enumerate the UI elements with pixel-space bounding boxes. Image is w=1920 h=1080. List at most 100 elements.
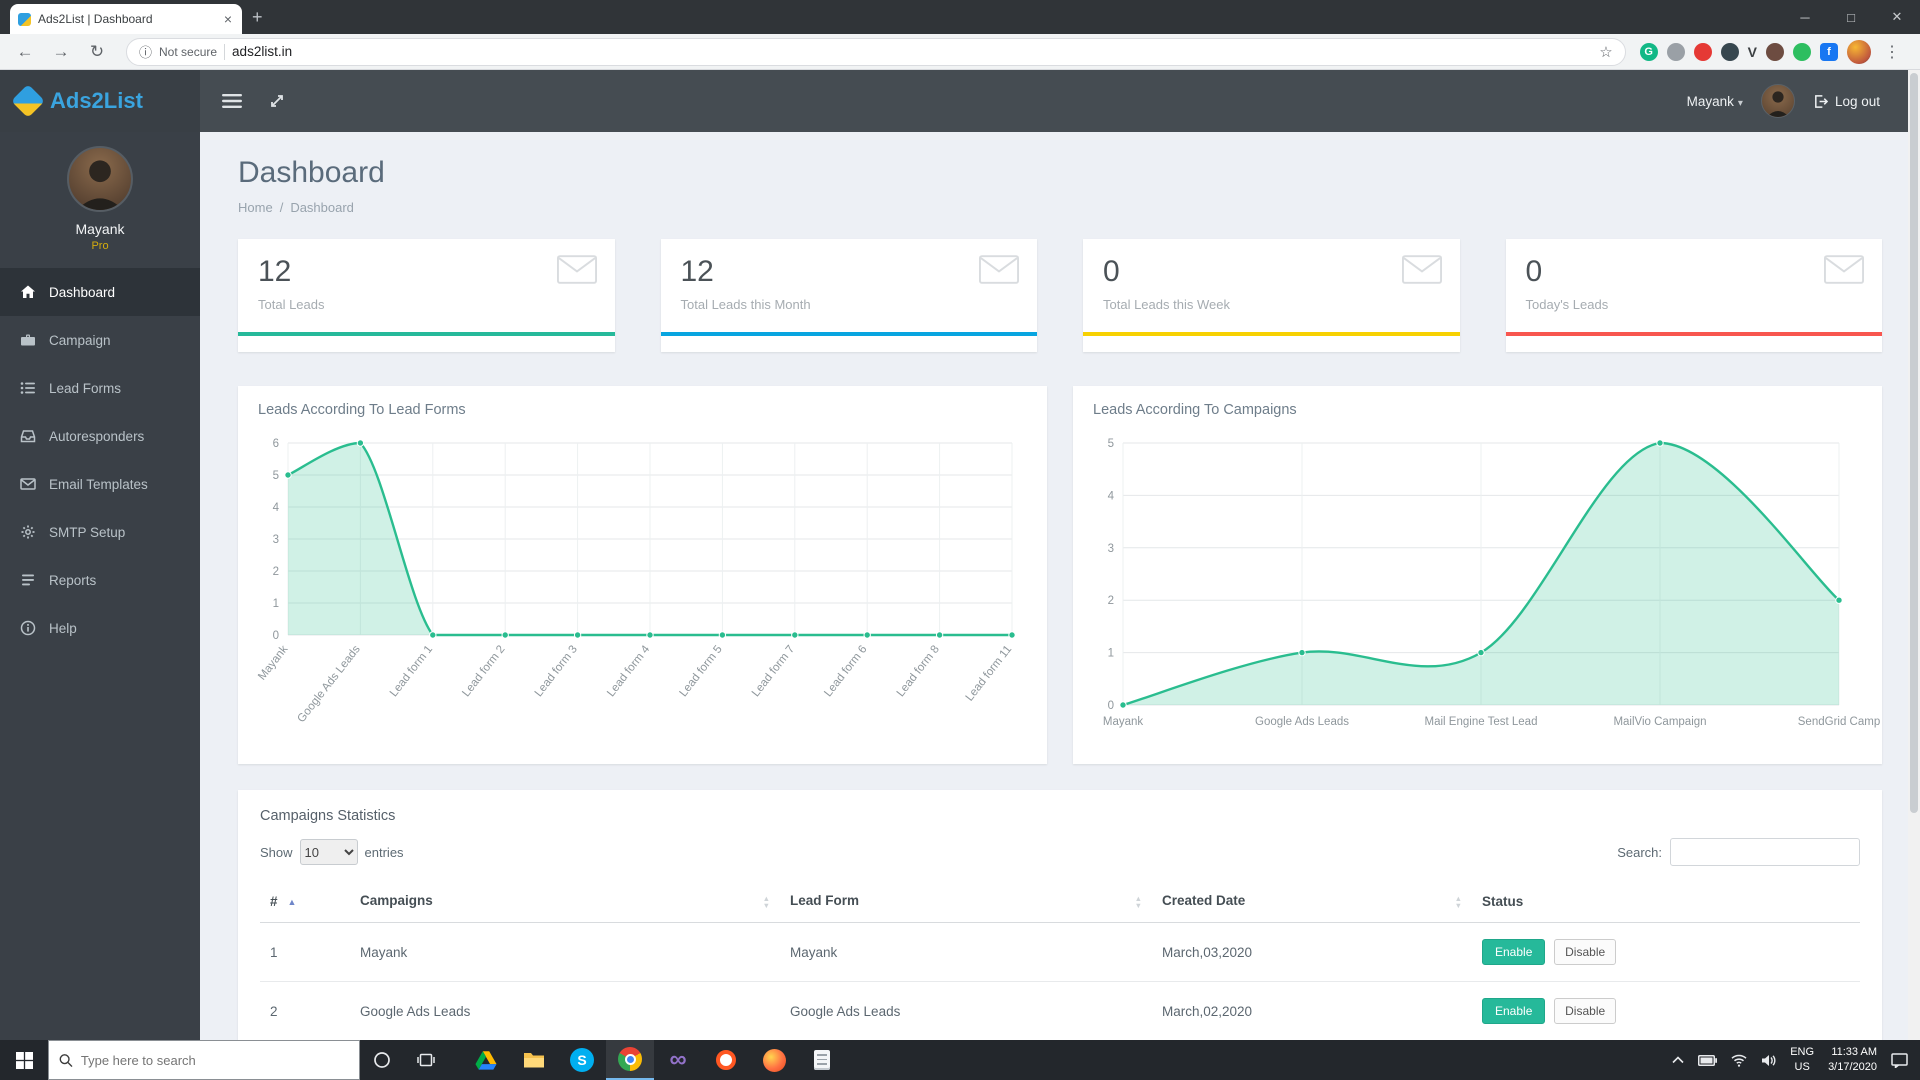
enable-button[interactable]: Enable	[1482, 998, 1546, 1024]
screen: Ads2List | Dashboard × + ─ □ ✕ ← → ↻ ⓘ N…	[0, 0, 1920, 1080]
v-extension-icon[interactable]: V	[1748, 44, 1757, 60]
sidebar-item-dashboard[interactable]: Dashboard	[0, 268, 200, 316]
windows-taskbar: S ∞ ENG US 11:33 AM 3/17/2020	[0, 1040, 1920, 1080]
taskbar-search-input[interactable]	[80, 1052, 349, 1068]
extensions-area: G V f ⋮	[1639, 39, 1910, 64]
wifi-icon[interactable]	[1731, 1054, 1747, 1067]
disable-button[interactable]: Disable	[1554, 939, 1617, 965]
refresh-button[interactable]: ↻	[82, 42, 112, 62]
language-indicator[interactable]: ENG US	[1790, 1045, 1814, 1075]
info-icon	[20, 620, 36, 636]
scrollbar-thumb[interactable]	[1910, 73, 1918, 813]
facebook-extension-icon[interactable]: f	[1820, 42, 1838, 61]
notes-app[interactable]	[798, 1040, 846, 1080]
report-icon	[22, 574, 34, 586]
clock[interactable]: 11:33 AM 3/17/2020	[1828, 1045, 1877, 1075]
browser-profile-avatar[interactable]	[1847, 39, 1871, 64]
app-logo[interactable]: Ads2List	[0, 70, 200, 132]
bookmark-star-icon[interactable]: ☆	[1599, 43, 1612, 61]
tray-expand-icon[interactable]	[1672, 1056, 1684, 1064]
svg-text:6: 6	[273, 438, 279, 450]
table-search: Search:	[1617, 838, 1860, 866]
adblock-extension-icon[interactable]	[1693, 42, 1712, 61]
notification-center-icon[interactable]	[1891, 1052, 1908, 1068]
grammarly-extension-icon[interactable]: G	[1639, 42, 1658, 61]
envelope-icon	[1824, 255, 1864, 284]
opera-app[interactable]	[702, 1040, 750, 1080]
inbox-icon	[20, 430, 36, 443]
sidebar-item-smtp-setup[interactable]: SMTP Setup	[0, 508, 200, 556]
sidebar-item-reports[interactable]: Reports	[0, 556, 200, 604]
page-info-icon[interactable]: ⓘ	[139, 42, 152, 61]
logout-label: Log out	[1834, 93, 1880, 109]
forward-button[interactable]: →	[46, 42, 76, 62]
firefox-app[interactable]	[750, 1040, 798, 1080]
sidebar-item-lead-forms[interactable]: Lead Forms	[0, 364, 200, 412]
svg-text:Lead form 8: Lead form 8	[895, 643, 942, 699]
svg-text:Lead form 7: Lead form 7	[750, 643, 797, 699]
svg-text:4: 4	[273, 502, 280, 514]
disable-button[interactable]: Disable	[1554, 998, 1617, 1024]
visual-studio-app[interactable]: ∞	[654, 1040, 702, 1080]
gear-icon	[21, 525, 35, 539]
opera-icon	[716, 1050, 736, 1070]
profile-avatar[interactable]	[67, 146, 133, 212]
file-explorer-app[interactable]	[510, 1040, 558, 1080]
address-bar[interactable]: ⓘ Not secure ads2list.in ☆	[126, 37, 1626, 66]
svg-text:2: 2	[273, 566, 279, 578]
breadcrumb-home[interactable]: Home	[238, 200, 273, 215]
tab-close-icon[interactable]: ×	[222, 12, 234, 26]
column-header-status[interactable]: Status	[1472, 880, 1860, 923]
column-header-created-date[interactable]: Created Date ▲ ▼	[1152, 880, 1472, 923]
sidebar-toggle-icon[interactable]	[222, 93, 242, 109]
battery-icon[interactable]	[1698, 1054, 1718, 1066]
column-header-num[interactable]: # ▲	[260, 880, 350, 923]
skype-app[interactable]: S	[558, 1040, 606, 1080]
sidebar-item-autoresponders[interactable]: Autoresponders	[0, 412, 200, 460]
chrome-app[interactable]	[606, 1040, 654, 1080]
brown-extension-icon[interactable]	[1766, 42, 1784, 61]
skype-icon: S	[570, 1048, 594, 1072]
evernote-extension-icon[interactable]	[1793, 42, 1811, 61]
sidebar-item-email-templates[interactable]: Email Templates	[0, 460, 200, 508]
taskbar-search-box[interactable]	[48, 1040, 360, 1080]
sidebar-item-help[interactable]: Help	[0, 604, 200, 652]
column-header-lead-form[interactable]: Lead Form ▲ ▼	[780, 880, 1152, 923]
cell-status: Enable Disable	[1472, 981, 1860, 1040]
lead-forms-chart-card: Leads According To Lead Forms 0 1 2 3 4 5 6 May…	[238, 386, 1047, 764]
task-view-button[interactable]	[404, 1040, 448, 1080]
tab-title: Ads2List | Dashboard	[38, 12, 153, 26]
svg-text:3: 3	[273, 534, 279, 546]
sidebar-item-campaign[interactable]: Campaign	[0, 316, 200, 364]
browser-menu-icon[interactable]: ⋮	[1880, 42, 1904, 62]
new-tab-button[interactable]: +	[252, 7, 263, 28]
stats-row: 12 Total Leads 12 Total Leads this Month…	[238, 239, 1882, 352]
page-size-select[interactable]: 10	[299, 839, 358, 865]
cell-num: 2	[260, 981, 350, 1040]
google-drive-app[interactable]	[462, 1040, 510, 1080]
start-button[interactable]	[0, 1040, 48, 1080]
header-avatar[interactable]	[1760, 84, 1795, 118]
profile-name: Mayank	[75, 221, 125, 237]
browser-tab[interactable]: Ads2List | Dashboard ×	[10, 4, 242, 34]
stat-color-bar	[238, 332, 615, 336]
ublock-extension-icon[interactable]	[1720, 42, 1739, 61]
window-close-button[interactable]: ✕	[1874, 0, 1920, 34]
window-maximize-button[interactable]: □	[1828, 0, 1874, 34]
page-scrollbar[interactable]	[1908, 70, 1920, 1040]
cortana-button[interactable]	[360, 1040, 404, 1080]
back-button[interactable]: ←	[10, 42, 40, 62]
list-icon	[20, 382, 35, 394]
security-label: Not secure	[159, 44, 218, 59]
screenshot-extension-icon[interactable]	[1666, 42, 1685, 61]
user-menu[interactable]: Mayank ▾	[1687, 94, 1743, 109]
column-header-campaigns[interactable]: Campaigns ▲ ▼	[350, 880, 780, 923]
main-content: Dashboard Home / Dashboard 12 Total Lead…	[200, 132, 1908, 1040]
table-search-input[interactable]	[1670, 838, 1860, 866]
logout-button[interactable]: Log out	[1813, 94, 1880, 109]
window-minimize-button[interactable]: ─	[1782, 0, 1828, 34]
volume-icon[interactable]	[1761, 1054, 1776, 1067]
fullscreen-icon[interactable]	[268, 92, 286, 110]
svg-text:Lead form 4: Lead form 4	[605, 643, 653, 699]
enable-button[interactable]: Enable	[1482, 939, 1546, 965]
